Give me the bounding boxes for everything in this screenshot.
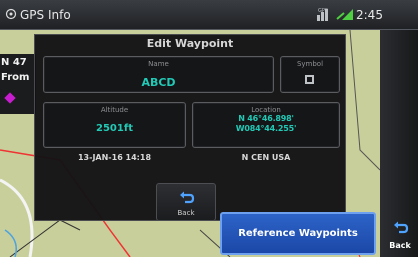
satellite-icon: GPS — [317, 8, 328, 21]
location-latitude: N 46°46.898' — [238, 114, 294, 123]
back-arrow-icon — [394, 221, 409, 234]
dialog-title: Edit Waypoint — [146, 37, 234, 50]
signal-icon — [336, 9, 353, 20]
waypoint-square-icon — [305, 75, 314, 84]
back-button[interactable]: Back — [382, 218, 418, 256]
map-peek-latitude: N 47 — [1, 57, 27, 68]
symbol-field[interactable]: Symbol — [280, 56, 340, 93]
clock: 2:45 — [356, 8, 383, 22]
name-value: ABCD — [141, 76, 176, 89]
waypoint-region: N CEN USA — [241, 153, 291, 162]
waypoint-timestamp: 13-JAN-16 14:18 — [77, 153, 152, 162]
edit-waypoint-dialog: Edit Waypoint Name ABCD Symbol Altitude … — [34, 34, 346, 221]
location-label: Location — [251, 106, 281, 114]
svg-text:GPS: GPS — [318, 8, 328, 14]
name-field[interactable]: Name ABCD — [43, 56, 274, 93]
dialog-back-button[interactable]: Back — [156, 183, 216, 221]
altitude-label: Altitude — [100, 106, 129, 114]
symbol-label: Symbol — [296, 60, 324, 68]
dialog-back-label: Back — [177, 209, 195, 217]
name-label: Name — [148, 60, 169, 68]
altitude-value: 2501ft — [96, 123, 133, 134]
gps-icon — [5, 8, 17, 20]
status-bar: GPS Info GPS 2:45 — [0, 0, 418, 30]
map-peek-from: From — [1, 72, 30, 83]
altitude-field[interactable]: Altitude 2501ft — [43, 102, 186, 148]
back-label: Back — [389, 241, 411, 250]
back-arrow-icon — [180, 191, 195, 204]
location-field[interactable]: Location N 46°46.898' W084°44.255' — [192, 102, 340, 148]
app-title: GPS Info — [20, 8, 71, 22]
reference-waypoints-button[interactable]: Reference Waypoints — [220, 212, 376, 255]
location-longitude: W084°44.255' — [235, 124, 297, 133]
